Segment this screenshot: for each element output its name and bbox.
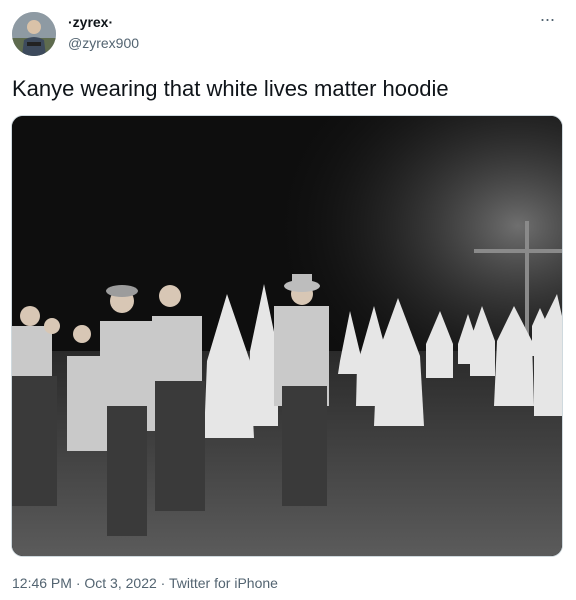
tweet-time[interactable]: 12:46 PM xyxy=(12,575,72,591)
avatar-image xyxy=(12,12,56,56)
more-options-button[interactable]: ··· xyxy=(534,8,560,30)
separator: · xyxy=(71,575,85,591)
display-name[interactable]: ·zyrex· xyxy=(68,14,113,30)
tweet-source: Twitter for iPhone xyxy=(168,575,278,591)
separator: · xyxy=(156,575,169,591)
user-handle[interactable]: @zyrex900 xyxy=(68,35,139,51)
more-horizontal-icon: ··· xyxy=(539,9,556,29)
avatar[interactable] xyxy=(12,12,56,56)
tweet-date[interactable]: Oct 3, 2022 xyxy=(84,575,156,591)
tweet-text: Kanye wearing that white lives matter ho… xyxy=(12,76,449,101)
photo-image xyxy=(12,116,562,556)
tweet-photo[interactable] xyxy=(11,115,563,557)
tweet-metadata: 12:46 PM · Oct 3, 2022 · Twitter for iPh… xyxy=(12,575,278,591)
